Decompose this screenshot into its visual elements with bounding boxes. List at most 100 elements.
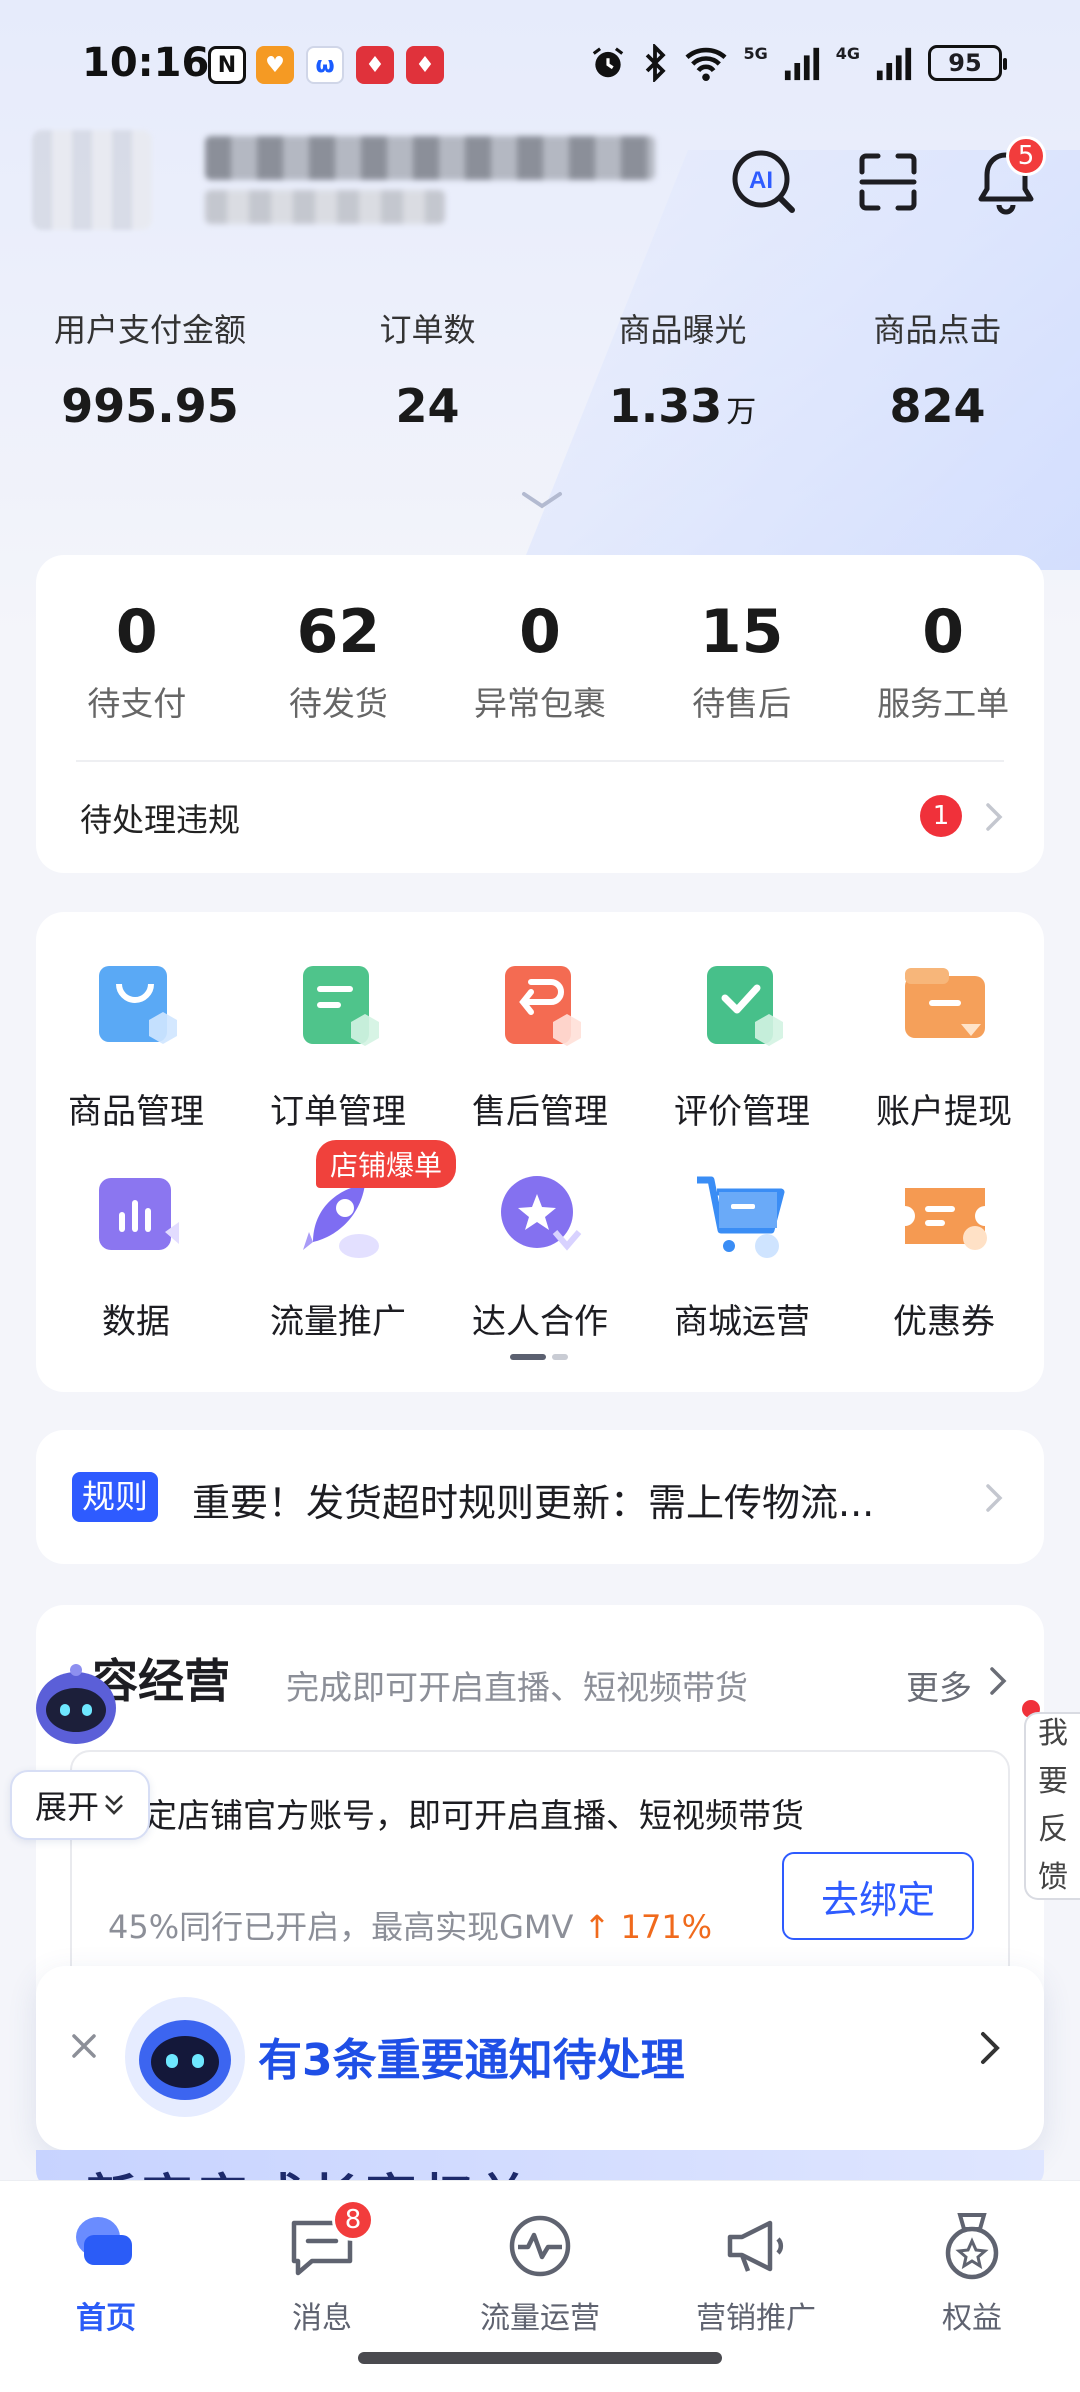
stat-unit: 万 <box>726 395 757 430</box>
stat-value: 824 <box>889 379 986 433</box>
order-label: 待售后 <box>692 684 792 723</box>
chevron-down-double-icon <box>105 1795 123 1815</box>
close-icon[interactable] <box>66 2028 102 2064</box>
ai-assistant-button[interactable]: AI <box>728 146 800 218</box>
order-pending-aftersale[interactable]: 15 待售后 <box>641 597 843 725</box>
status-bar: 10:16 N ♥ ω ♦ ♦ 5G 4G 95 <box>0 0 1080 130</box>
nav-traffic[interactable]: 流量运营 <box>450 2211 630 2337</box>
status-time: 10:16 <box>82 40 210 86</box>
stat-label: 商品曝光 <box>618 311 747 349</box>
star-badge-icon <box>485 1162 595 1272</box>
shop-name-blurred[interactable] <box>205 136 655 180</box>
nav-label: 营销推广 <box>696 2301 816 2336</box>
tool-product-management[interactable]: 商品管理 <box>36 952 236 1133</box>
tool-account-withdraw[interactable]: 账户提现 <box>844 952 1044 1133</box>
assistant-float[interactable]: 展开 <box>10 1660 150 1848</box>
scan-button[interactable] <box>852 146 924 218</box>
notice-banner[interactable]: 有3条重要通知待处理 <box>36 1966 1044 2150</box>
rule-announcement[interactable]: 规则 重要！发货超时规则更新：需上传物流... <box>36 1430 1044 1564</box>
divider <box>76 760 1004 762</box>
app-icon: ω <box>306 46 344 84</box>
tool-label: 评价管理 <box>674 1092 810 1132</box>
stat-value: 995.95 <box>61 379 239 433</box>
pager-dot-active <box>510 1354 546 1360</box>
shop-avatar[interactable] <box>32 130 152 230</box>
order-count: 62 <box>296 597 381 667</box>
section-subtitle: 完成即可开启直播、短视频带货 <box>286 1668 748 1707</box>
nav-benefits[interactable]: 权益 <box>882 2211 1062 2337</box>
order-count: 0 <box>922 597 965 667</box>
more-link[interactable]: 更多 <box>906 1661 972 1709</box>
stat-exposure[interactable]: 商品曝光 1.33 万 <box>555 305 810 433</box>
violation-label[interactable]: 待处理违规 <box>80 795 240 841</box>
home-indicator[interactable] <box>358 2352 722 2364</box>
cart-icon <box>687 1162 797 1272</box>
message-icon: 8 <box>284 2199 374 2281</box>
network-4g-label: 4G <box>835 43 860 63</box>
feedback-tab[interactable]: 我要反馈 <box>1024 1712 1080 1900</box>
taobao-icon: ♥ <box>256 46 294 84</box>
nav-messages[interactable]: 8 消息 <box>232 2199 412 2337</box>
medal-icon <box>934 2211 1010 2281</box>
message-badge: 8 <box>332 2199 374 2241</box>
stat-label: 商品点击 <box>873 311 1002 349</box>
network-5g-label: 5G <box>743 43 768 63</box>
return-icon <box>485 952 595 1062</box>
tool-order-management[interactable]: 订单管理 <box>238 952 438 1133</box>
shop-info-blurred <box>205 190 445 224</box>
tool-label: 数据 <box>102 1302 170 1342</box>
chevron-right-icon <box>986 1484 1003 1512</box>
arrow-up-icon: ↑ <box>583 1908 611 1946</box>
xiaohongshu-icon: ♦ <box>356 46 394 84</box>
order-count: 0 <box>519 597 561 667</box>
tool-label: 售后管理 <box>472 1092 608 1132</box>
expand-button[interactable]: 展开 <box>10 1770 150 1840</box>
order-status-row: 0 待支付 62 待发货 0 异常包裹 15 待售后 0 服务工单 <box>36 597 1044 725</box>
robot-icon <box>125 1997 245 2117</box>
order-count: 15 <box>699 597 784 667</box>
order-doc-icon <box>283 952 393 1062</box>
stat-orders[interactable]: 订单数 24 <box>300 305 555 433</box>
order-label: 异常包裹 <box>473 684 606 723</box>
task-meta-text: 45%同行已开启，最高实现GMV <box>108 1908 574 1946</box>
tool-label: 商城运营 <box>674 1302 810 1342</box>
shopping-bag-icon <box>81 952 191 1062</box>
tool-mall-operation[interactable]: 商城运营 <box>642 1162 842 1343</box>
nav-label: 消息 <box>292 2301 352 2336</box>
tools-grid-card: 商品管理 订单管理 售后管理 评价管理 账户提现 数据 流量推广 达人合作 商城… <box>36 912 1044 1392</box>
chevron-right-icon[interactable] <box>984 801 1004 833</box>
signal-4g-icon <box>876 47 912 81</box>
stat-payment[interactable]: 用户支付金额 995.95 <box>0 305 300 433</box>
tool-review-management[interactable]: 评价管理 <box>642 952 842 1133</box>
tool-influencer-cooperation[interactable]: 达人合作 <box>440 1162 640 1343</box>
bind-button[interactable]: 去绑定 <box>782 1852 974 1940</box>
order-pending-payment[interactable]: 0 待支付 <box>36 597 238 725</box>
order-label: 待发货 <box>288 684 388 723</box>
nfc-icon: N <box>208 46 246 84</box>
tool-label: 流量推广 <box>270 1302 406 1342</box>
chevron-right-icon[interactable] <box>988 1665 1008 1697</box>
order-pending-shipment[interactable]: 62 待发货 <box>238 597 440 725</box>
notification-button[interactable]: 5 <box>970 136 1046 218</box>
notice-text: 有3条重要通知待处理 <box>258 2035 685 2086</box>
nav-home[interactable]: 首页 <box>16 2211 196 2337</box>
stat-label: 订单数 <box>379 311 476 349</box>
nav-marketing[interactable]: 营销推广 <box>666 2211 846 2337</box>
tool-coupon[interactable]: 优惠券 <box>844 1162 1044 1343</box>
chevron-down-icon[interactable] <box>520 488 564 512</box>
megaphone-icon <box>718 2211 794 2281</box>
violation-badge: 1 <box>920 795 962 837</box>
tool-traffic-promotion[interactable]: 流量推广 <box>238 1162 438 1343</box>
stat-clicks[interactable]: 商品点击 824 <box>810 305 1065 433</box>
stat-value: 24 <box>395 379 460 433</box>
order-abnormal-package[interactable]: 0 异常包裹 <box>439 597 641 725</box>
tool-label: 账户提现 <box>876 1092 1012 1132</box>
tool-aftersale-management[interactable]: 售后管理 <box>440 952 640 1133</box>
task-meta: 45%同行已开启，最高实现GMV ↑ 171% <box>108 1902 712 1948</box>
wifi-icon <box>685 47 727 82</box>
ai-search-icon: AI <box>732 150 795 213</box>
order-service-ticket[interactable]: 0 服务工单 <box>842 597 1044 725</box>
order-count: 0 <box>115 597 158 667</box>
home-icon <box>68 2211 144 2281</box>
tool-data[interactable]: 数据 <box>36 1162 236 1343</box>
